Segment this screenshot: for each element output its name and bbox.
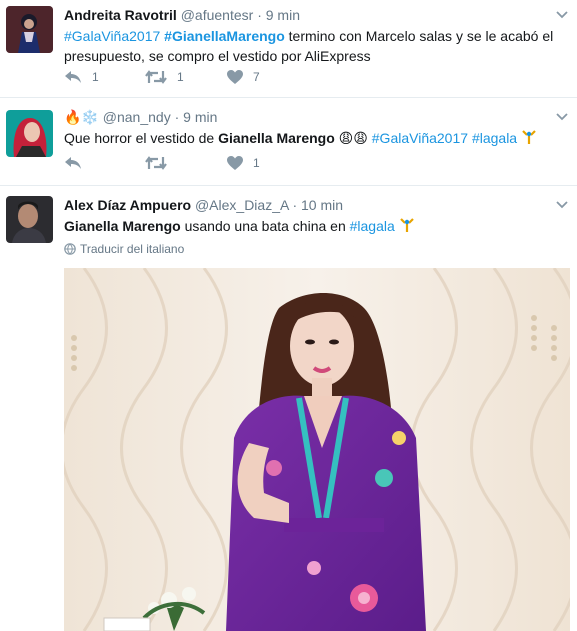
user-handle[interactable]: @afuentesr [181,7,254,23]
translate-link[interactable]: Traducir del italiano [64,242,567,256]
retweet-button[interactable] [145,156,167,170]
user-name[interactable]: Alex Díaz Ampuero [64,197,191,213]
caret-down-icon[interactable] [555,8,569,22]
like-icon [227,156,243,170]
hashtag-link[interactable]: #lagala [472,130,517,146]
gala-torch-icon [522,130,536,144]
reply-button[interactable]: 1 [64,70,99,84]
avatar[interactable] [6,6,53,53]
reply-count: 1 [92,70,99,84]
mention-name[interactable]: Gianella Marengo [64,218,181,234]
user-handle[interactable]: @nan_ndy [103,109,171,125]
separator: · [257,7,262,23]
text-fragment: usando una bata china en [180,218,350,234]
tweet[interactable]: 🔥❄️ @nan_ndy · 9 min Que horror el vesti… [0,98,577,186]
retweet-icon [145,156,167,170]
retweet-button[interactable]: 1 [145,70,184,84]
hashtag-link[interactable]: #GianellaMarengo [164,28,285,44]
like-button[interactable]: 7 [227,70,260,84]
hashtag-link[interactable]: #lagala [350,218,395,234]
tweet-media-image[interactable] [64,268,570,631]
text-fragment: presupuesto, se compro el vestido por Al… [64,48,371,64]
separator: · [292,197,298,213]
retweet-icon [145,70,167,84]
hashtag-link[interactable]: #GalaViña2017 [372,130,468,146]
retweet-count: 1 [177,70,184,84]
mention-name[interactable]: Gianella Marengo [218,130,335,146]
like-icon [227,70,243,84]
user-name-emoji[interactable]: 🔥❄️ [64,109,99,125]
caret-down-icon[interactable] [555,110,569,124]
hashtag-link[interactable]: #GalaViña2017 [64,28,160,44]
separator: · [174,109,180,125]
like-count: 1 [253,156,260,170]
gala-torch-icon [399,218,414,232]
tweet-text: Gianella Marengo usando una bata china e… [64,216,567,236]
timestamp[interactable]: 9 min [183,109,217,125]
like-button[interactable]: 1 [227,156,260,170]
reply-button[interactable] [64,156,82,170]
emoji-fragment: 😩😩 [334,130,372,146]
tweet-header: Andreita Ravotril @afuentesr · 9 min [64,6,567,24]
timestamp[interactable]: 10 min [301,197,343,213]
text-fragment: termino con Marcelo salas y se le acabó … [284,28,554,44]
globe-icon [64,243,76,255]
translate-label: Traducir del italiano [80,242,185,256]
tweet-text: Que horror el vestido de Gianella Mareng… [64,128,567,148]
text-fragment: Que horror el vestido de [64,130,219,146]
user-handle[interactable]: @Alex_Diaz_A [195,197,289,213]
reply-icon [65,71,81,83]
avatar[interactable] [6,110,53,157]
user-name[interactable]: Andreita Ravotril [64,7,177,23]
tweet-text: #GalaViña2017 #GianellaMarengo termino c… [64,26,567,66]
avatar[interactable] [6,196,53,243]
timestamp[interactable]: 9 min [266,7,300,23]
tweet-header: 🔥❄️ @nan_ndy · 9 min [64,108,567,126]
tweet[interactable]: Andreita Ravotril @afuentesr · 9 min #Ga… [0,0,577,98]
like-count: 7 [253,70,260,84]
tweet-header: Alex Díaz Ampuero @Alex_Diaz_A · 10 min [64,196,567,214]
caret-down-icon[interactable] [555,198,569,212]
reply-icon [65,157,81,169]
